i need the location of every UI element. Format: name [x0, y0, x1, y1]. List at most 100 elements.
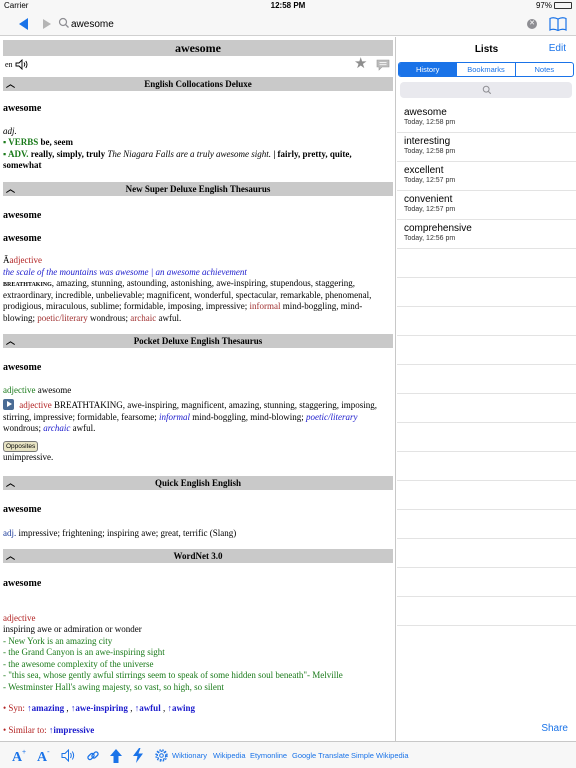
back-arrow-icon — [19, 18, 28, 30]
share-button[interactable]: Share — [541, 723, 568, 734]
speaker-icon[interactable] — [61, 748, 76, 763]
play-icon[interactable] — [3, 399, 14, 410]
list-item-word: excellent — [404, 165, 444, 176]
empty-row — [397, 394, 576, 423]
up-arrow-icon[interactable] — [110, 748, 122, 763]
tab-history[interactable]: History — [399, 63, 457, 76]
empty-row — [397, 510, 576, 539]
collapse-caret-icon[interactable]: ︿ — [6, 549, 15, 563]
tab-bookmarks[interactable]: Bookmarks — [456, 63, 514, 76]
nav-bar: ✕ — [0, 12, 576, 36]
list-search-input[interactable] — [400, 82, 572, 98]
section-title: WordNet 3.0 — [173, 551, 223, 561]
section-body-wordnet: awesome adjective inspiring awe or admir… — [3, 578, 391, 736]
font-increase-icon[interactable]: A + — [12, 748, 28, 763]
part-of-speech: adjective — [3, 612, 36, 623]
collapse-caret-icon[interactable]: ︿ — [6, 334, 15, 348]
link-icon[interactable] — [86, 748, 100, 763]
star-icon[interactable]: ★ — [354, 57, 367, 72]
section-title: English Collocations Deluxe — [144, 79, 252, 89]
example-line: - the Grand Canyon is an awe-inspiring s… — [3, 647, 165, 657]
section-header-collocations[interactable]: ︿ English Collocations Deluxe — [3, 77, 393, 91]
empty-row — [397, 597, 576, 626]
speaker-icon[interactable] — [15, 59, 29, 70]
search-icon — [58, 17, 69, 28]
opposite-word: unimpressive. — [3, 451, 54, 462]
similar-line: • Similar to: ↑impressive — [3, 724, 95, 735]
example-line: the scale of the mountains was awesome |… — [3, 266, 247, 277]
battery-percent: 97% — [535, 1, 552, 10]
section-header-pocket-thesaurus[interactable]: ︿ Pocket Deluxe English Thesaurus — [3, 334, 393, 348]
list-item[interactable]: awesome Today, 12:58 pm — [397, 104, 576, 133]
empty-row — [397, 249, 576, 278]
list-item-time: Today, 12:58 pm — [404, 119, 456, 126]
language-code: en — [5, 60, 13, 69]
list-item-time: Today, 12:57 pm — [404, 206, 456, 213]
collapse-caret-icon[interactable]: ︿ — [6, 182, 15, 196]
definition-pane[interactable]: awesome en ★ ︿ English Collocations Delu… — [0, 37, 396, 741]
headword: awesome — [3, 232, 42, 244]
example-line: - New York is an amazing city — [3, 635, 113, 646]
example-line: - "this sea, whose gently awful stirring… — [3, 670, 343, 680]
lightning-icon[interactable] — [133, 748, 143, 763]
adverbs-line: ▪ ADV. really, simply, truly The Niagara… — [3, 148, 352, 171]
list-item-word: awesome — [404, 107, 447, 118]
lists-segmented-control: History Bookmarks Notes — [398, 62, 574, 77]
list-item-word: convenient — [404, 194, 453, 205]
search-input[interactable] — [71, 16, 511, 32]
headword: awesome — [3, 362, 42, 373]
empty-row — [397, 365, 576, 394]
pos-line: adjective awesome — [3, 384, 72, 395]
collapse-caret-icon[interactable]: ︿ — [6, 476, 15, 490]
synonym-link[interactable]: ↑awing — [167, 703, 195, 713]
opposites-badge[interactable]: Opposites — [3, 440, 39, 452]
wiktionary-link[interactable]: Wiktionary — [172, 751, 207, 760]
definition-line: inspiring awe or admiration or wonder — [3, 624, 142, 634]
status-time: 12:58 PM — [270, 1, 306, 10]
verbs-line: ▪ VERBS be, seem — [3, 137, 74, 147]
font-decrease-icon[interactable]: A- — [37, 748, 53, 763]
list-item[interactable]: interesting Today, 12:58 pm — [397, 133, 576, 162]
list-item[interactable]: convenient Today, 12:57 pm — [397, 191, 576, 220]
forward-button[interactable] — [40, 17, 54, 31]
list-item-word: interesting — [404, 136, 451, 147]
back-button[interactable] — [17, 17, 31, 31]
clear-search-button[interactable]: ✕ — [527, 19, 537, 29]
wikipedia-link[interactable]: Wikipedia — [213, 751, 246, 760]
headword: awesome — [3, 504, 42, 515]
synonym-link[interactable]: ↑awful — [135, 703, 161, 713]
battery-indicator: 97% — [536, 1, 572, 10]
opposites-line: Opposites — [3, 440, 391, 452]
edit-button[interactable]: Edit — [549, 43, 566, 54]
section-header-quick-english[interactable]: ︿ Quick English English — [3, 476, 393, 490]
bottom-toolbar: A + A- Wiktionary Wikipedia Etymonline Go… — [0, 741, 576, 768]
google-translate-link[interactable]: Google Translate — [292, 751, 349, 760]
section-header-wordnet[interactable]: ︿ WordNet 3.0 — [3, 549, 393, 563]
headword: awesome — [3, 210, 42, 221]
gear-icon[interactable] — [154, 748, 169, 763]
collapse-caret-icon[interactable]: ︿ — [6, 77, 15, 91]
list-item[interactable]: excellent Today, 12:57 pm — [397, 162, 576, 191]
svg-text:-: - — [47, 748, 50, 756]
status-bar: Carrier 12:58 PM 97% — [0, 0, 576, 12]
entry-title: awesome — [3, 40, 393, 56]
example-line: - Westminster Hall's awing majesty, so v… — [3, 681, 224, 692]
empty-row — [397, 423, 576, 452]
section-body-pocket-thesaurus: awesome adjective awesome adjective BREA… — [3, 362, 391, 463]
language-row: en — [5, 59, 29, 70]
list-item[interactable]: comprehensive Today, 12:56 pm — [397, 220, 576, 249]
definition-line: adj. impressive; frightening; inspiring … — [3, 527, 237, 538]
synonym-link[interactable]: ↑awe-inspiring — [71, 703, 128, 713]
list-item-time: Today, 12:56 pm — [404, 235, 456, 242]
synonym-link[interactable]: ↑amazing — [27, 703, 64, 713]
book-icon[interactable] — [549, 16, 567, 32]
similar-link[interactable]: ↑impressive — [49, 725, 94, 735]
tab-notes[interactable]: Notes — [514, 63, 573, 76]
pos-line: Ãadjective — [3, 255, 42, 265]
lists-panel: Lists Edit History Bookmarks Notes aweso… — [397, 37, 576, 741]
empty-row — [397, 336, 576, 365]
section-header-super-thesaurus[interactable]: ︿ New Super Deluxe English Thesaurus — [3, 182, 393, 196]
simple-wikipedia-link[interactable]: Simple Wikipedia — [351, 751, 409, 760]
comment-icon[interactable] — [376, 59, 390, 71]
etymonline-link[interactable]: Etymonline — [250, 751, 287, 760]
